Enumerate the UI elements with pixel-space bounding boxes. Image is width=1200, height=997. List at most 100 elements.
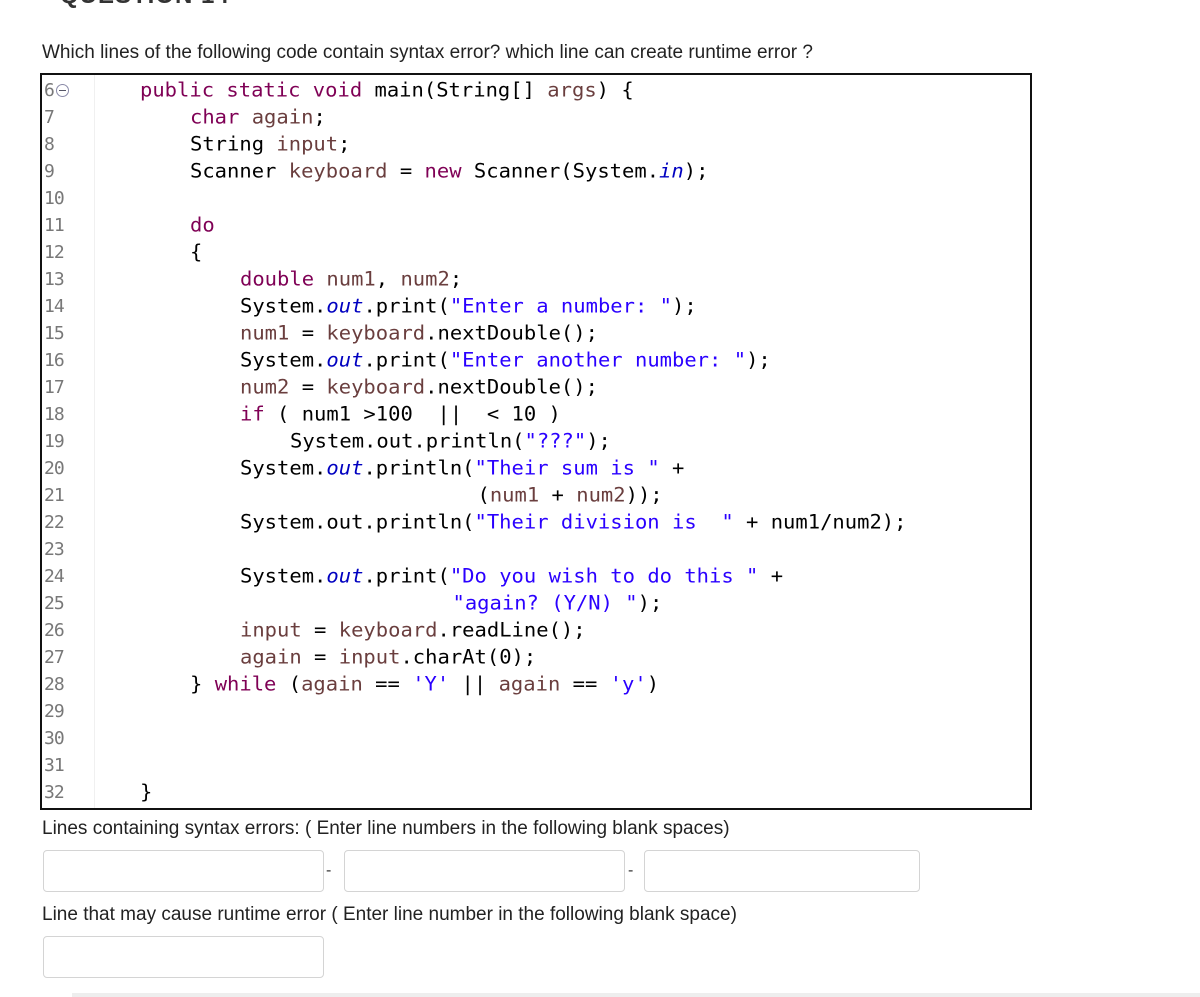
code-token: System.out.println(: [290, 429, 525, 453]
code-token: new: [424, 159, 474, 183]
code-line: 21 (num1 + num2));: [42, 482, 1030, 509]
code-text: if ( num1 >100 || < 10 ): [240, 402, 561, 428]
code-token: if: [240, 402, 265, 426]
code-token: .println(: [363, 456, 475, 480]
syntax-error-line-input-2[interactable]: [344, 850, 625, 892]
code-text: do: [190, 213, 215, 239]
code-token: 'Y': [412, 672, 450, 696]
line-number-text: 19: [44, 431, 65, 452]
collapse-icon[interactable]: [55, 84, 69, 97]
separator: -: [326, 862, 332, 879]
code-line: 6 public static void main(String[] args) …: [42, 77, 1030, 104]
code-token: num2: [576, 483, 626, 507]
line-number-text: 23: [44, 539, 65, 560]
code-text: {: [190, 240, 202, 266]
code-text: String input;: [190, 132, 350, 158]
separator: -: [628, 862, 634, 879]
code-token: );: [683, 159, 709, 183]
code-token: ): [646, 672, 660, 696]
code-line: 19 System.out.println("???");: [42, 428, 1030, 455]
code-token: input: [240, 618, 302, 642]
code-line: 13 double num1, num2;: [42, 266, 1030, 293]
code-line: 18 if ( num1 >100 || < 10 ): [42, 401, 1030, 428]
code-token: public static void: [140, 78, 375, 102]
code-token: System.out.println(: [240, 510, 475, 534]
code-line: 8 String input;: [42, 131, 1030, 158]
code-text: num2 = keyboard.nextDouble();: [240, 375, 598, 401]
line-number: 31: [44, 752, 94, 779]
code-token: ;: [449, 267, 463, 291]
code-token: System.: [240, 348, 327, 372]
code-line: 27 again = input.charAt(0);: [42, 644, 1030, 671]
code-token: );: [672, 294, 697, 318]
code-token: .nextDouble();: [425, 321, 598, 345]
code-token: =: [289, 321, 327, 345]
code-text: Scanner keyboard = new Scanner(System.in…: [190, 159, 708, 185]
code-text: public static void main(String[] args) {: [140, 78, 634, 104]
syntax-error-line-input-1[interactable]: [43, 850, 324, 892]
line-number-text: 29: [44, 701, 65, 722]
line-number-text: 16: [44, 350, 65, 371]
code-text: System.out.println("Their sum is " +: [240, 456, 684, 482]
code-token: keyboard: [326, 321, 426, 345]
question-heading: QUESTION 14: [60, 0, 230, 10]
code-token: 'y': [609, 672, 647, 696]
line-number: 16: [44, 347, 94, 374]
line-number: 22: [44, 509, 94, 536]
line-number-text: 9: [44, 161, 55, 182]
code-token: num1: [326, 267, 376, 291]
code-line: 14 System.out.print("Enter a number: ");: [42, 293, 1030, 320]
code-line: 28} while (again == 'Y' || again == 'y'): [42, 671, 1030, 698]
code-token: );: [746, 348, 771, 372]
line-number-text: 21: [44, 485, 65, 506]
code-token: =: [289, 375, 327, 399]
line-number-text: 25: [44, 593, 65, 614]
line-number-text: 6: [44, 80, 55, 101]
code-token: String: [190, 132, 277, 156]
code-text: System.out.print("Do you wish to do this…: [240, 564, 783, 590]
syntax-error-line-input-3[interactable]: [644, 850, 920, 892]
line-number-text: 31: [44, 755, 65, 776]
code-line: 16 System.out.print("Enter another number…: [42, 347, 1030, 374]
code-token: while: [214, 672, 277, 696]
code-line: 24 System.out.print("Do you wish to do th…: [42, 563, 1030, 590]
code-line: 26 input = keyboard.readLine();: [42, 617, 1030, 644]
runtime-error-line-input[interactable]: [43, 936, 324, 978]
line-number: 9: [44, 158, 94, 185]
code-token: "Enter another number: ": [449, 348, 747, 372]
line-number-text: 20: [44, 458, 65, 479]
code-text: System.out.println("???");: [290, 429, 611, 455]
code-token: again: [251, 105, 314, 129]
syntax-errors-label: Lines containing syntax errors: ( Enter …: [42, 818, 730, 839]
code-token: ( num1 >100 || < 10 ): [264, 402, 561, 426]
code-token: input: [338, 645, 401, 669]
code-token: "???": [524, 429, 587, 453]
code-token: ==: [560, 672, 610, 696]
line-number-text: 30: [44, 728, 65, 749]
code-token: out: [326, 348, 364, 372]
code-token: args: [547, 78, 597, 102]
line-number-text: 22: [44, 512, 65, 533]
code-text: }: [140, 780, 152, 806]
line-number: 29: [44, 698, 94, 725]
code-line: 25 "again? (Y/N) ");: [42, 590, 1030, 617]
code-listing: 6 public static void main(String[] args) …: [40, 73, 1032, 810]
code-token: "Enter a number: ": [449, 294, 673, 318]
line-number: 11: [44, 212, 94, 239]
line-number-text: 26: [44, 620, 65, 641]
code-token: =: [387, 159, 425, 183]
code-token: );: [637, 591, 663, 615]
code-token: keyboard: [338, 618, 438, 642]
line-number-text: 15: [44, 323, 65, 344]
line-number: 21: [44, 482, 94, 509]
code-token: num1: [240, 321, 290, 345]
code-text: System.out.print("Enter another number: …: [240, 348, 771, 374]
code-text: System.out.print("Enter a number: ");: [240, 294, 697, 320]
line-number: 13: [44, 266, 94, 293]
line-number-text: 24: [44, 566, 65, 587]
line-number: 32: [44, 779, 94, 806]
code-text: again = input.charAt(0);: [240, 645, 536, 671]
code-line: 17 num2 = keyboard.nextDouble();: [42, 374, 1030, 401]
code-token: out: [326, 294, 364, 318]
divider: [72, 993, 1200, 997]
